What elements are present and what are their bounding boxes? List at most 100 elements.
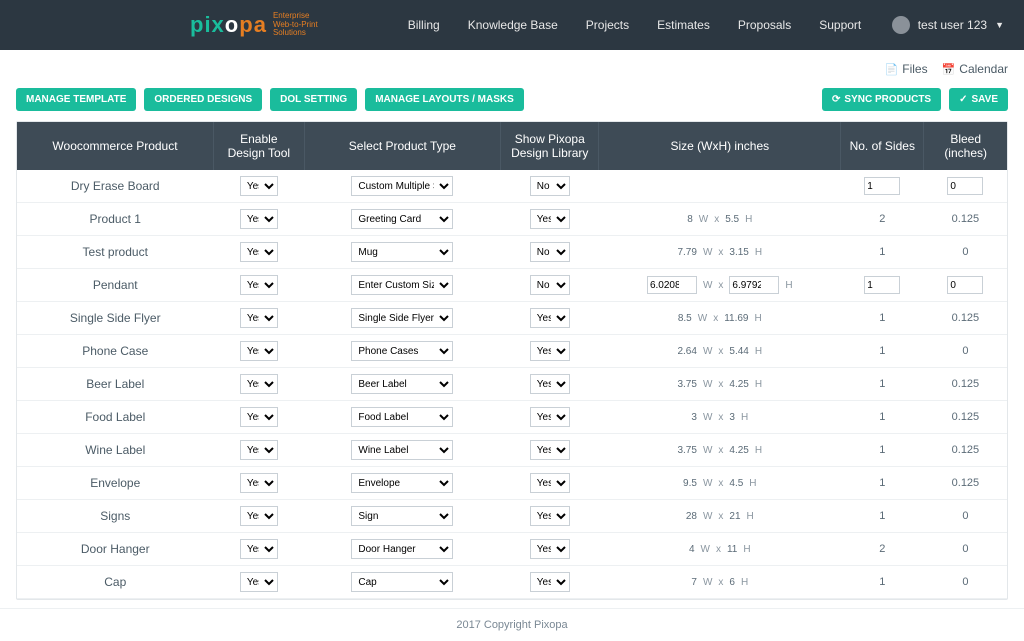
enable-select[interactable]: Yes xyxy=(240,440,278,460)
width-value: 28 xyxy=(686,511,697,522)
product-name: Cap xyxy=(17,566,213,599)
height-value: 6 xyxy=(729,577,735,588)
toolbar: MANAGE TEMPLATE ORDERED DESIGNS DOL SETT… xyxy=(8,84,1016,121)
check-icon: ✓ xyxy=(959,94,967,105)
nav-knowledge-base[interactable]: Knowledge Base xyxy=(468,18,558,32)
sides-value: 1 xyxy=(879,312,885,324)
nav-support[interactable]: Support xyxy=(819,18,861,32)
sides-value: 1 xyxy=(879,510,885,522)
nav-projects[interactable]: Projects xyxy=(586,18,629,32)
user-menu[interactable]: test user 123 ▼ xyxy=(892,16,1004,34)
height-value: 4.25 xyxy=(729,445,748,456)
table-row: Test product Yes Mug No 7.79Wx3.15H 1 0 xyxy=(17,236,1007,269)
products-table-wrap: Woocommerce Product Enable Design Tool S… xyxy=(16,121,1008,600)
product-type-select[interactable]: Greeting Card xyxy=(351,209,453,229)
nav-billing[interactable]: Billing xyxy=(408,18,440,32)
product-name: Beer Label xyxy=(17,368,213,401)
enable-select[interactable]: Yes xyxy=(240,341,278,361)
width-value: 7 xyxy=(691,577,697,588)
enable-select[interactable]: Yes xyxy=(240,506,278,526)
product-type-select[interactable]: Food Label xyxy=(351,407,453,427)
logo[interactable]: pixopa EnterpriseWeb-to-PrintSolutions xyxy=(190,12,318,38)
table-row: Cap Yes Cap Yes 7Wx6H 1 0 xyxy=(17,566,1007,599)
product-type-select[interactable]: Phone Cases xyxy=(351,341,453,361)
enable-select[interactable]: Yes xyxy=(240,242,278,262)
dol-setting-button[interactable]: DOL SETTING xyxy=(270,88,357,111)
width-value: 8 xyxy=(687,214,693,225)
enable-select[interactable]: Yes xyxy=(240,275,278,295)
product-type-select[interactable]: Single Side Flyer xyxy=(351,308,453,328)
library-select[interactable]: Yes xyxy=(530,440,570,460)
ordered-designs-button[interactable]: ORDERED DESIGNS xyxy=(144,88,262,111)
product-type-select[interactable]: Wine Label xyxy=(351,440,453,460)
calendar-link[interactable]: 📅Calendar xyxy=(942,62,1008,76)
library-select[interactable]: No xyxy=(530,176,570,196)
col-type: Select Product Type xyxy=(304,122,500,170)
nav-estimates[interactable]: Estimates xyxy=(657,18,710,32)
nav-proposals[interactable]: Proposals xyxy=(738,18,791,32)
enable-select[interactable]: Yes xyxy=(240,374,278,394)
product-type-select[interactable]: Mug xyxy=(351,242,453,262)
table-row: Wine Label Yes Wine Label Yes 3.75Wx4.25… xyxy=(17,434,1007,467)
library-select[interactable]: Yes xyxy=(530,473,570,493)
library-select[interactable]: Yes xyxy=(530,341,570,361)
enable-select[interactable]: Yes xyxy=(240,176,278,196)
enable-select[interactable]: Yes xyxy=(240,209,278,229)
width-value: 3.75 xyxy=(677,379,696,390)
product-type-select[interactable]: Sign xyxy=(351,506,453,526)
col-bleed: Bleed (inches) xyxy=(924,122,1007,170)
bleed-input[interactable] xyxy=(947,177,983,195)
library-select[interactable]: No xyxy=(530,242,570,262)
width-value: 3 xyxy=(691,412,697,423)
enable-select[interactable]: Yes xyxy=(240,473,278,493)
table-row: Envelope Yes Envelope Yes 9.5Wx4.5H 1 0.… xyxy=(17,467,1007,500)
enable-select[interactable]: Yes xyxy=(240,572,278,592)
product-name: Door Hanger xyxy=(17,533,213,566)
bleed-value: 0 xyxy=(962,576,968,588)
col-enable: Enable Design Tool xyxy=(213,122,304,170)
avatar-icon xyxy=(892,16,910,34)
sides-value: 2 xyxy=(879,213,885,225)
table-row: Pendant Yes Enter Custom Size No WxH xyxy=(17,269,1007,302)
enable-select[interactable]: Yes xyxy=(240,539,278,559)
product-type-select[interactable]: Beer Label xyxy=(351,374,453,394)
sides-input[interactable] xyxy=(864,177,900,195)
library-select[interactable]: No xyxy=(530,275,570,295)
enable-select[interactable]: Yes xyxy=(240,407,278,427)
table-row: Dry Erase Board Yes Custom Multiple Size… xyxy=(17,170,1007,203)
product-type-select[interactable]: Cap xyxy=(351,572,453,592)
library-select[interactable]: Yes xyxy=(530,209,570,229)
library-select[interactable]: Yes xyxy=(530,308,570,328)
product-type-select[interactable]: Custom Multiple Sizes (Pick xyxy=(351,176,453,196)
files-link[interactable]: 📄Files xyxy=(885,62,928,76)
user-name: test user 123 xyxy=(918,18,987,32)
table-row: Phone Case Yes Phone Cases Yes 2.64Wx5.4… xyxy=(17,335,1007,368)
width-value: 4 xyxy=(689,544,695,555)
width-value: 8.5 xyxy=(678,313,692,324)
library-select[interactable]: Yes xyxy=(530,506,570,526)
bleed-value: 0.125 xyxy=(952,213,980,225)
library-select[interactable]: Yes xyxy=(530,572,570,592)
sync-products-button[interactable]: ⟳SYNC PRODUCTS xyxy=(822,88,941,111)
table-row: Signs Yes Sign Yes 28Wx21H 1 0 xyxy=(17,500,1007,533)
library-select[interactable]: Yes xyxy=(530,539,570,559)
width-input[interactable] xyxy=(647,276,697,294)
library-select[interactable]: Yes xyxy=(530,374,570,394)
logo-tagline: EnterpriseWeb-to-PrintSolutions xyxy=(273,12,318,38)
bleed-value: 0.125 xyxy=(952,444,980,456)
product-type-select[interactable]: Door Hanger xyxy=(351,539,453,559)
bleed-value: 0.125 xyxy=(952,411,980,423)
bleed-value: 0.125 xyxy=(952,378,980,390)
save-button[interactable]: ✓SAVE xyxy=(949,88,1008,111)
col-library: Show Pixopa Design Library xyxy=(501,122,599,170)
main-nav: Billing Knowledge Base Projects Estimate… xyxy=(408,18,862,32)
manage-layouts-button[interactable]: MANAGE LAYOUTS / MASKS xyxy=(365,88,524,111)
product-type-select[interactable]: Enter Custom Size xyxy=(351,275,453,295)
enable-select[interactable]: Yes xyxy=(240,308,278,328)
bleed-input[interactable] xyxy=(947,276,983,294)
library-select[interactable]: Yes xyxy=(530,407,570,427)
manage-template-button[interactable]: MANAGE TEMPLATE xyxy=(16,88,136,111)
product-type-select[interactable]: Envelope xyxy=(351,473,453,493)
sides-input[interactable] xyxy=(864,276,900,294)
height-input[interactable] xyxy=(729,276,779,294)
